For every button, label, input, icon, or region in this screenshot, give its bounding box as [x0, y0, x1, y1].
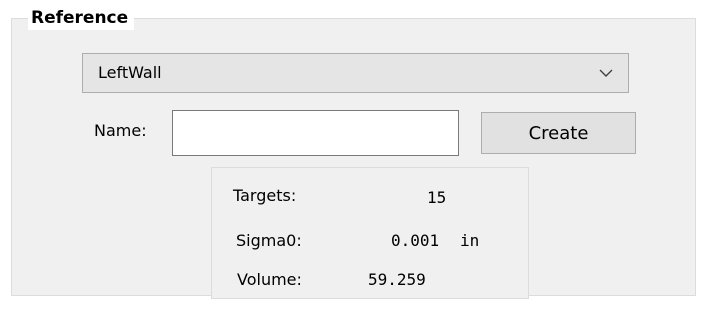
sigma0-value: 0.001 — [391, 231, 440, 250]
create-button[interactable]: Create — [481, 112, 636, 154]
targets-label: Targets: — [233, 186, 297, 205]
name-label: Name: — [94, 121, 147, 140]
sigma0-unit: in — [460, 231, 480, 250]
sigma0-label: Sigma0: — [236, 231, 302, 250]
name-input[interactable] — [172, 110, 459, 156]
stats-panel: Targets: 15 Sigma0: 0.001 in Volume: 59.… — [211, 167, 529, 299]
reference-dropdown[interactable]: LeftWall — [82, 53, 629, 93]
group-title: Reference — [28, 6, 135, 30]
volume-label: Volume: — [237, 270, 302, 289]
reference-dropdown-value: LeftWall — [98, 63, 162, 82]
volume-value: 59.259 — [368, 270, 426, 289]
targets-value: 15 — [427, 188, 447, 207]
chevron-down-icon — [599, 69, 613, 77]
